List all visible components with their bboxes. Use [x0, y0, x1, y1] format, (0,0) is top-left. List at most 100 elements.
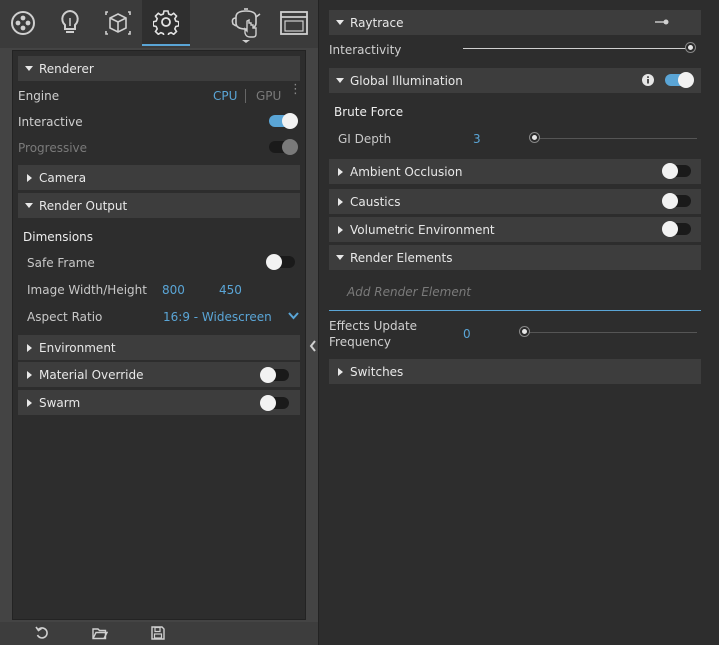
raytrace-title: Raytrace [350, 15, 404, 30]
right-panel: Raytrace Interactivity Global Illuminati… [318, 0, 719, 645]
interactive-label: Interactive [18, 115, 83, 129]
teapot-render-icon [231, 8, 261, 43]
ambient-occlusion-section-header[interactable]: Ambient Occlusion [329, 159, 701, 184]
safe-frame-label: Safe Frame [27, 256, 95, 270]
gear-icon [153, 10, 179, 35]
caustics-title: Caustics [350, 194, 401, 209]
left-panel: Renderer Engine CPU GPU ⋮ Interactive Pr… [0, 0, 318, 645]
global-illumination-toggle[interactable] [665, 72, 694, 88]
image-width-height-label: Image Width/Height [27, 283, 147, 297]
effects-update-label-line2: Frequency [329, 335, 391, 349]
section-divider [329, 310, 701, 311]
caustics-toggle[interactable] [662, 193, 691, 209]
volumetric-environment-section-header[interactable]: Volumetric Environment [329, 217, 701, 242]
pin-icon[interactable] [655, 18, 669, 26]
chevron-down-icon [331, 255, 349, 260]
reset-button[interactable] [33, 625, 51, 641]
interactivity-label: Interactivity [329, 43, 402, 57]
gi-depth-label: GI Depth [338, 132, 392, 146]
ambient-occlusion-title: Ambient Occlusion [350, 164, 463, 179]
material-override-section-header[interactable]: Material Override [18, 362, 300, 387]
tab-frame-buffer[interactable] [272, 0, 316, 46]
safe-frame-toggle[interactable] [266, 254, 295, 270]
interactive-toggle[interactable] [269, 113, 298, 129]
toggle-knob [260, 395, 276, 411]
effects-update-input[interactable]: 0 [463, 327, 471, 341]
geometry-icon [11, 11, 35, 35]
save-icon [151, 626, 165, 640]
aspect-ratio-select[interactable]: 16:9 - Widescreen [163, 310, 272, 324]
open-folder-icon [92, 627, 108, 639]
render-output-section-header[interactable]: Render Output [18, 193, 300, 218]
image-width-input[interactable]: 800 [162, 283, 185, 297]
interactivity-slider-handle[interactable] [686, 43, 695, 52]
material-override-toggle[interactable] [260, 367, 289, 383]
renderer-title: Renderer [39, 61, 94, 76]
more-options-icon[interactable]: ⋮ [289, 83, 302, 96]
chevron-right-icon [331, 167, 349, 176]
environment-section-header[interactable]: Environment [18, 335, 300, 360]
progressive-label: Progressive [18, 141, 88, 155]
tab-geometry[interactable] [4, 0, 42, 46]
dimensions-label: Dimensions [23, 230, 94, 244]
reset-icon [35, 626, 48, 639]
effects-update-slider-handle[interactable] [520, 327, 529, 336]
chevron-right-icon [20, 398, 38, 407]
swarm-toggle[interactable] [260, 395, 289, 411]
toggle-knob [282, 113, 298, 129]
chevron-down-icon [20, 66, 38, 71]
render-elements-section-header[interactable]: Render Elements [329, 245, 701, 270]
chevron-right-icon [20, 173, 38, 182]
material-override-title: Material Override [39, 367, 144, 382]
chevron-right-icon [331, 367, 349, 376]
add-render-element-input[interactable]: Add Render Element [347, 285, 471, 299]
volumetric-environment-title: Volumetric Environment [350, 222, 495, 237]
caustics-section-header[interactable]: Caustics [329, 189, 701, 214]
toggle-knob [662, 221, 678, 237]
tab-lights[interactable] [50, 0, 90, 46]
toggle-knob [662, 163, 678, 179]
effects-update-slider-track[interactable] [523, 332, 697, 333]
open-button[interactable] [91, 625, 109, 641]
gi-depth-input[interactable]: 3 [473, 132, 481, 146]
swarm-title: Swarm [39, 395, 81, 410]
toggle-knob [260, 367, 276, 383]
toggle-knob [266, 254, 282, 270]
raytrace-section-header[interactable]: Raytrace [329, 10, 701, 35]
camera-section-header[interactable]: Camera [18, 165, 300, 190]
swarm-section-header[interactable]: Swarm [18, 390, 300, 415]
switches-section-header[interactable]: Switches [329, 359, 701, 384]
engine-option-cpu[interactable]: CPU [213, 89, 237, 103]
frame-buffer-icon [280, 11, 308, 35]
brute-force-label: Brute Force [334, 105, 404, 119]
toggle-knob [662, 193, 678, 209]
effects-update-label-line1: Effects Update [329, 319, 418, 333]
tab-render[interactable] [226, 0, 266, 46]
info-icon[interactable] [642, 74, 654, 86]
interactivity-slider-track[interactable] [463, 48, 691, 49]
gi-depth-slider-handle[interactable] [530, 133, 539, 142]
camera-title: Camera [39, 170, 87, 185]
chevron-down-icon[interactable] [288, 312, 299, 320]
renderer-section-header[interactable]: Renderer [18, 56, 300, 81]
engine-option-gpu[interactable]: GPU [256, 89, 281, 103]
chevron-down-icon [331, 78, 349, 83]
tab-settings[interactable] [142, 0, 190, 46]
settings-panel: Renderer Engine CPU GPU ⋮ Interactive Pr… [12, 50, 306, 620]
progressive-toggle [269, 139, 298, 155]
gi-depth-slider-track[interactable] [533, 138, 697, 139]
save-button[interactable] [149, 625, 167, 641]
environment-title: Environment [39, 340, 116, 355]
render-elements-title: Render Elements [350, 250, 453, 265]
global-illumination-title: Global Illumination [350, 73, 463, 88]
ambient-occlusion-toggle[interactable] [662, 163, 691, 179]
chevron-right-icon [331, 197, 349, 206]
volumetric-environment-toggle[interactable] [662, 221, 691, 237]
image-height-input[interactable]: 450 [219, 283, 242, 297]
toggle-knob [282, 139, 298, 155]
lightbulb-icon [61, 9, 79, 33]
chevron-right-icon [20, 343, 38, 352]
collapse-panel-button[interactable] [307, 335, 318, 357]
switches-title: Switches [350, 364, 404, 379]
tab-scene[interactable] [98, 0, 138, 46]
